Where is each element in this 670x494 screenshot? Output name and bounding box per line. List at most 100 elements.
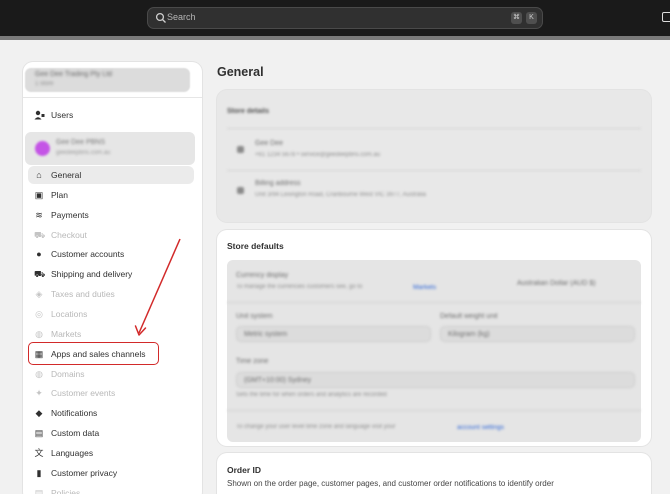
- sidebar-item-customer-accounts[interactable]: ● Customer accounts: [28, 245, 194, 263]
- sidebar-item-locations[interactable]: ◎ Locations: [28, 305, 194, 323]
- account-settings-link[interactable]: account settings: [457, 424, 504, 431]
- sidebar-item-plan[interactable]: ▣ Plan: [28, 186, 194, 204]
- sidebar-item-policies[interactable]: ▤ Policies: [28, 484, 194, 494]
- cart-icon: ⛟: [34, 229, 46, 240]
- unit-system-select[interactable]: Metric system: [236, 326, 431, 342]
- store-name: Gee Dee PBNS: [56, 139, 106, 146]
- plan-icon: ▣: [34, 189, 44, 200]
- sidebar-item-customer-privacy[interactable]: ▮ Customer privacy: [28, 464, 194, 482]
- organization-name: Gee Dee Trading Pty Ltd: [35, 71, 113, 78]
- store-defaults-title: Store defaults: [227, 241, 284, 251]
- sidebar-item-notifications[interactable]: ◆ Notifications: [28, 404, 194, 422]
- default-weight-select[interactable]: Kilogram (kg): [440, 326, 635, 342]
- sidebar-item-label: Customer events: [51, 388, 116, 399]
- panel-toggle-icon[interactable]: [662, 12, 670, 22]
- organization-subtitle: 1 store: [35, 81, 54, 87]
- sidebar-item-general[interactable]: ⌂ General: [28, 166, 194, 184]
- sidebar-item-label: Policies: [51, 487, 81, 494]
- billing-address-label: Billing address: [255, 180, 301, 187]
- annotation-highlight-box: [28, 342, 159, 365]
- currency-divider: [227, 302, 641, 303]
- sidebar-item-users[interactable]: Users: [25, 106, 195, 124]
- sidebar-item-label: Taxes and duties: [51, 289, 115, 300]
- sidebar-item-domains[interactable]: ◍ Domains: [28, 365, 194, 383]
- time-zone-value: (GMT+10:00) Sydney: [244, 377, 312, 384]
- store-defaults-panel: Currency display To manage the currencie…: [227, 260, 641, 442]
- unit-system-value: Metric system: [244, 331, 288, 338]
- topbar-divider: [0, 36, 670, 40]
- events-icon: ✦: [35, 388, 43, 399]
- markets-link[interactable]: Markets: [413, 284, 436, 291]
- sidebar-item-label: Languages: [51, 447, 94, 458]
- lock-icon: ▮: [36, 467, 42, 478]
- search-input[interactable]: Search ⌘ K: [147, 7, 543, 29]
- languages-icon: 文: [34, 447, 44, 458]
- order-id-card: Order ID Shown on the order page, custom…: [217, 453, 651, 494]
- location-icon: ◎: [35, 308, 43, 319]
- sidebar-item-markets[interactable]: ◍ Markets: [28, 325, 194, 343]
- shortcut-key: K: [526, 12, 537, 24]
- sidebar-item-label: Notifications: [51, 408, 98, 419]
- time-zone-note: Sets the time for when orders and analyt…: [236, 392, 387, 398]
- globe-icon: ◍: [35, 328, 43, 339]
- sidebar-item-checkout[interactable]: ⛟ Checkout: [28, 226, 194, 244]
- top-bar: Search ⌘ K: [0, 0, 670, 36]
- settings-sidebar: Gee Dee Trading Pty Ltd 1 store Users Ge…: [23, 62, 202, 494]
- order-id-description: Shown on the order page, customer pages,…: [227, 479, 554, 488]
- store-defaults-footer: To change your user level time zone and …: [236, 424, 396, 430]
- order-id-title: Order ID: [227, 465, 262, 475]
- store-defaults-card: Store defaults Currency display To manag…: [217, 230, 651, 446]
- default-weight-value: Kilogram (kg): [448, 331, 490, 338]
- policy-icon: ▤: [34, 487, 44, 494]
- sidebar-item-shipping-and-delivery[interactable]: ⛟ Shipping and delivery: [28, 265, 194, 283]
- truck-icon: ⛟: [34, 269, 46, 280]
- store-details-heading: Store details: [227, 108, 270, 115]
- sidebar-item-label: Payments: [51, 209, 89, 220]
- bell-icon: ◆: [35, 408, 43, 419]
- time-zone-label: Time zone: [236, 358, 269, 365]
- store-avatar: [35, 141, 50, 156]
- sidebar-item-languages[interactable]: 文 Languages: [28, 444, 194, 462]
- search-placeholder: Search: [167, 12, 196, 22]
- sidebar-item-label: Domains: [51, 368, 85, 379]
- billing-address-icon: [237, 187, 244, 194]
- tax-icon: ◈: [35, 289, 43, 300]
- store-icon: ⌂: [36, 170, 42, 180]
- unit-system-label: Unit system: [236, 313, 273, 320]
- store-details-card: Store details Gee Dee +61 1234 5678 • se…: [217, 90, 651, 222]
- store-url: geedeepbns.com.au: [56, 150, 111, 156]
- sidebar-item-custom-data[interactable]: ▤ Custom data: [28, 424, 194, 442]
- billing-address-value: Unit 3/94 Lexington Road, Cranbourne Wes…: [255, 192, 426, 198]
- page-title: General: [217, 65, 264, 79]
- shortcut-modifier-key: ⌘: [511, 12, 522, 24]
- currency-display-label: Currency display: [236, 272, 289, 279]
- store-defaults-divider: [227, 410, 641, 411]
- sidebar-item-label: General: [51, 170, 82, 180]
- sidebar-item-label: Customer accounts: [51, 249, 125, 260]
- store-owner-contact: +61 1234 5678 • service@geedeepbns.com.a…: [255, 152, 381, 158]
- users-icon: [34, 110, 45, 120]
- payments-icon: ≋: [35, 209, 43, 220]
- organization-switcher[interactable]: Gee Dee Trading Pty Ltd 1 store: [25, 68, 190, 92]
- sidebar-item-label: Markets: [51, 328, 82, 339]
- store-details-divider: [227, 128, 641, 129]
- person-icon: ●: [36, 249, 42, 260]
- sidebar-item-payments[interactable]: ≋ Payments: [28, 206, 194, 224]
- sidebar-item-customer-events[interactable]: ✦ Customer events: [28, 384, 194, 402]
- sidebar-item-users-label: Users: [51, 110, 74, 120]
- store-owner-name: Gee Dee: [255, 140, 284, 147]
- database-icon: ▤: [34, 428, 44, 439]
- globe-icon: ◍: [35, 368, 43, 379]
- default-weight-label: Default weight unit: [440, 313, 498, 320]
- sidebar-item-taxes-and-duties[interactable]: ◈ Taxes and duties: [28, 285, 194, 303]
- store-details-divider-2: [227, 170, 641, 171]
- store-switcher[interactable]: Gee Dee PBNS geedeepbns.com.au: [25, 132, 195, 165]
- store-owner-icon: [237, 146, 244, 153]
- currency-display-value[interactable]: Australian Dollar (AUD $): [517, 280, 596, 287]
- sidebar-item-label: Custom data: [51, 428, 100, 439]
- sidebar-item-label: Shipping and delivery: [51, 269, 133, 280]
- time-zone-select[interactable]: (GMT+10:00) Sydney: [236, 372, 635, 388]
- sidebar-item-label: Locations: [51, 308, 88, 319]
- sidebar-divider: [23, 97, 202, 98]
- currency-display-description: To manage the currencies customers see, …: [236, 284, 363, 290]
